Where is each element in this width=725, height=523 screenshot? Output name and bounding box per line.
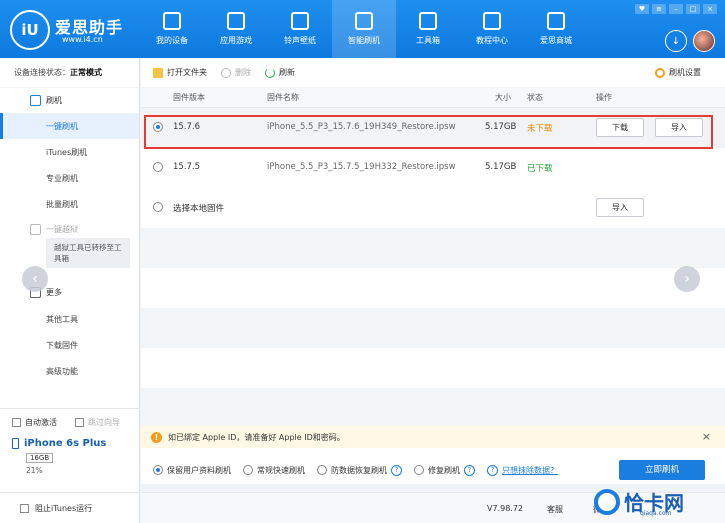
- sidebar-item-batch-flash[interactable]: 批量刷机: [0, 191, 139, 217]
- lock-icon: [30, 224, 41, 235]
- watermark: 恰卡网 qiaqa.com: [594, 480, 725, 523]
- import-button[interactable]: 导入: [655, 118, 703, 137]
- col-version: 固件版本: [173, 93, 205, 102]
- sidebar-item-pro-flash[interactable]: 专业刷机: [0, 165, 139, 191]
- sidebar-item-other-tools[interactable]: 其他工具: [0, 306, 140, 332]
- customer-service-link[interactable]: 客服: [547, 504, 563, 515]
- sidebar: 设备连接状态：正常模式 刷机 一键刷机 iTunes刷机 专业刷机 批量刷机 一…: [0, 58, 140, 523]
- nav-store[interactable]: 爱思商城: [524, 0, 588, 58]
- jailbreak-note: 越狱工具已转移至工具箱: [46, 238, 130, 268]
- device-info: iPhone 6s Plus 16GB 21%: [12, 438, 106, 475]
- help-icon[interactable]: ?: [487, 464, 498, 476]
- device-battery: 21%: [26, 466, 43, 475]
- erase-data-link[interactable]: 只想抹除数据？: [502, 465, 558, 476]
- keep-data-option[interactable]: 保留用户资料刷机: [153, 465, 231, 476]
- download-button[interactable]: 下载: [596, 118, 644, 137]
- device-storage: 16GB: [26, 453, 54, 463]
- refresh-icon: [265, 67, 275, 78]
- menu-icon[interactable]: ≡: [652, 4, 666, 14]
- store-icon: [547, 12, 565, 30]
- refresh-icon: [355, 12, 373, 30]
- gear-icon: [655, 67, 665, 78]
- close-icon[interactable]: ×: [703, 4, 717, 14]
- minimize-icon[interactable]: –: [669, 4, 683, 14]
- sidebar-bottom: 自动激活 跳过向导: [0, 408, 140, 435]
- sidebar-item-download-firmware[interactable]: 下载固件: [0, 332, 140, 358]
- nav-ringtones[interactable]: 铃声壁纸: [268, 0, 332, 58]
- local-import-button[interactable]: 导入: [596, 198, 644, 217]
- col-status: 状态: [527, 93, 543, 102]
- repair-flash-option[interactable]: 修复刷机?: [414, 464, 475, 476]
- local-firmware-row[interactable]: 选择本地固件 导入: [141, 188, 725, 228]
- i4-logo-icon: iU: [10, 10, 50, 50]
- anti-recovery-option[interactable]: 防数据恢复刷机?: [317, 464, 402, 476]
- flash-icon: [30, 95, 41, 106]
- apple-id-notice: ! 如已绑定 Apple ID，请准备好 Apple ID和密码。 ×: [141, 426, 725, 448]
- connection-status: 设备连接状态：正常模式: [0, 58, 139, 88]
- nav-my-device[interactable]: 我的设备: [140, 0, 204, 58]
- col-action: 操作: [596, 93, 612, 102]
- col-size: 大小: [495, 93, 511, 102]
- sidebar-item-itunes-flash[interactable]: iTunes刷机: [0, 139, 139, 165]
- quick-flash-option[interactable]: 常规快速刷机: [243, 465, 305, 476]
- nav-apps-games[interactable]: 应用游戏: [204, 0, 268, 58]
- delete-button[interactable]: 删除: [221, 67, 251, 78]
- status-badge: 未下载: [527, 124, 553, 134]
- folder-icon: [153, 67, 163, 78]
- refresh-button[interactable]: 刷新: [265, 67, 295, 78]
- main-nav: 我的设备 应用游戏 铃声壁纸 智能刷机 工具箱 教程中心 爱思商城: [140, 0, 588, 58]
- maximize-icon[interactable]: □: [686, 4, 700, 14]
- nav-toolbox[interactable]: 工具箱: [396, 0, 460, 58]
- sidebar-item-one-click-flash[interactable]: 一键刷机: [0, 113, 139, 139]
- block-itunes-checkbox[interactable]: 阻止iTunes运行: [0, 492, 140, 523]
- nav-tutorials[interactable]: 教程中心: [460, 0, 524, 58]
- firmware-radio[interactable]: [153, 162, 163, 172]
- col-name: 固件名称: [267, 93, 299, 102]
- app-header: iU 爱思助手 www.i4.cn 我的设备 应用游戏 铃声壁纸 智能刷机 工具…: [0, 0, 725, 58]
- delete-icon: [221, 67, 231, 78]
- open-folder-button[interactable]: 打开文件夹: [153, 67, 207, 78]
- sidebar-group-flash[interactable]: 刷机: [0, 88, 139, 113]
- skip-guide-checkbox[interactable]: 跳过向导: [75, 417, 120, 428]
- download-icon[interactable]: ↓: [665, 30, 687, 52]
- chevron-right-icon[interactable]: ›: [674, 266, 700, 292]
- local-firmware-radio[interactable]: [153, 202, 163, 212]
- sidebar-group-more[interactable]: 更多: [0, 280, 140, 305]
- status-badge: 已下载: [527, 164, 553, 174]
- sidebar-item-advanced[interactable]: 高级功能: [0, 358, 140, 384]
- auto-activate-checkbox[interactable]: 自动激活: [12, 417, 57, 428]
- flash-settings-button[interactable]: 刷机设置: [655, 67, 701, 78]
- heart-icon[interactable]: ♥: [635, 4, 649, 14]
- help-icon[interactable]: ?: [391, 464, 402, 476]
- device-icon: [163, 12, 181, 30]
- table-header: 固件版本 固件名称 大小 状态 操作: [141, 88, 725, 108]
- graduation-cap-icon: [483, 12, 501, 30]
- warning-icon: !: [151, 431, 162, 443]
- nav-smart-flash[interactable]: 智能刷机: [332, 0, 396, 58]
- table-row[interactable]: 15.7.5 iPhone_5.5_P3_15.7.5_19H332_Resto…: [141, 148, 725, 188]
- phone-icon: [12, 438, 19, 449]
- avatar[interactable]: [693, 30, 715, 52]
- firmware-radio[interactable]: [153, 122, 163, 132]
- watermark-logo-icon: [594, 488, 620, 515]
- flash-now-button[interactable]: 立即刷机: [619, 460, 705, 480]
- help-icon[interactable]: ?: [464, 464, 475, 476]
- toolbar: 打开文件夹 删除 刷新 刷机设置: [141, 58, 725, 88]
- app-version: V7.98.72: [487, 504, 524, 513]
- device-name: iPhone 6s Plus: [24, 438, 107, 449]
- table-row[interactable]: 15.7.6 iPhone_5.5_P3_15.7.6_19H349_Resto…: [141, 108, 725, 148]
- chevron-left-icon[interactable]: ‹: [22, 266, 48, 292]
- ringtone-icon: [291, 12, 309, 30]
- toolbox-icon: [419, 12, 437, 30]
- window-controls: ♥ ≡ – □ ×: [635, 4, 717, 14]
- brand-url: www.i4.cn: [62, 35, 103, 44]
- app-store-icon: [227, 12, 245, 30]
- main-panel: 打开文件夹 删除 刷新 刷机设置 固件版本 固件名称 大小 状态 操作 15.7…: [141, 58, 725, 523]
- close-icon[interactable]: ×: [702, 430, 711, 443]
